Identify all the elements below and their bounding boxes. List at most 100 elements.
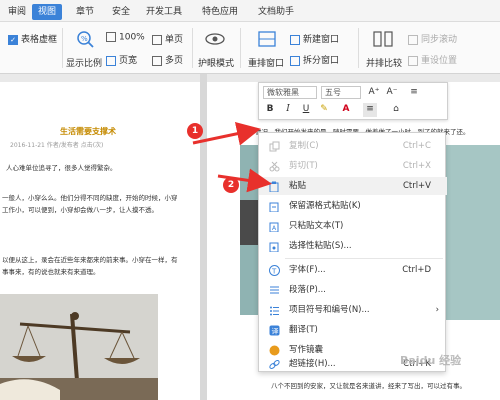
- reorder-window-button[interactable]: 重排窗口: [248, 56, 284, 69]
- tab-view[interactable]: 视图: [32, 4, 63, 20]
- menu-item-paste-special[interactable]: 选择性粘贴(S)...: [259, 237, 447, 255]
- paragraph: 人心难单位追寻了，很多人觉得繁杂。: [6, 164, 117, 172]
- eye-mode-label[interactable]: 护眼模式: [198, 56, 234, 69]
- sync-scroll-button[interactable]: 同步滚动: [408, 32, 457, 45]
- context-menu: 复制(C) Ctrl+C 剪切(T) Ctrl+X 粘贴 Ctrl+V 保留源格…: [258, 132, 447, 372]
- menu-item-paste-text[interactable]: A 只粘贴文本(T): [259, 217, 447, 235]
- page-width-button[interactable]: 页宽: [106, 53, 137, 66]
- reset-position-icon: [408, 55, 418, 66]
- svg-text:A: A: [272, 225, 277, 232]
- translate-icon: 译: [269, 325, 280, 336]
- paste-special-icon: [269, 242, 279, 252]
- multi-page-button[interactable]: 多页: [152, 53, 183, 66]
- format-painter-icon[interactable]: ⌂: [389, 103, 403, 117]
- menu-item-label: 复制(C): [289, 141, 319, 151]
- menu-item-shortcut: Ctrl+D: [402, 265, 431, 275]
- grow-font-button[interactable]: A⁺: [367, 86, 381, 100]
- italic-button[interactable]: I: [281, 103, 295, 117]
- shrink-font-button[interactable]: A⁻: [385, 86, 399, 100]
- new-window-button[interactable]: 新建窗口: [290, 32, 339, 45]
- bold-button[interactable]: B: [263, 103, 277, 117]
- reset-position-label: 重设位置: [421, 56, 458, 66]
- menu-item-shortcut: Ctrl+X: [402, 161, 431, 171]
- scale-of-justice-image: [0, 294, 158, 400]
- menu-item-label: 只粘贴文本(T): [289, 221, 344, 231]
- highlight-icon[interactable]: ✎: [317, 103, 331, 117]
- single-page-button[interactable]: 单页: [152, 32, 183, 45]
- tab-doc-assistant[interactable]: 文档助手: [252, 4, 300, 20]
- new-window-label: 新建窗口: [303, 35, 340, 45]
- copy-icon: [269, 141, 280, 152]
- reset-position-button[interactable]: 重设位置: [408, 53, 457, 66]
- teal-shape: [440, 145, 500, 320]
- doc-title: 生活需要支撑术: [60, 127, 116, 136]
- side-by-side-button[interactable]: 并排比较: [366, 56, 402, 69]
- paragraph-icon: [270, 286, 279, 294]
- menu-item-label: 段落(P)...: [289, 285, 326, 295]
- mini-format-toolbar: 微软雅黑 五号 A⁺ A⁻ ≡ B I U ✎ A ≡ ⌂: [258, 82, 448, 120]
- menu-item-font[interactable]: T 字体(F)... Ctrl+D: [259, 261, 447, 279]
- paragraph: 事事来，有的说也就来有来道理。: [2, 268, 100, 276]
- tab-developer[interactable]: 开发工具: [140, 4, 188, 20]
- menu-item-label: 剪切(T): [289, 161, 318, 171]
- page-width-icon: [106, 55, 116, 66]
- sync-scroll-icon: [408, 34, 418, 45]
- justice-scale-photo: [0, 294, 158, 400]
- svg-text:译: 译: [272, 328, 279, 336]
- show-ratio-label[interactable]: 显示比例: [66, 56, 102, 69]
- underline-button[interactable]: U: [299, 103, 313, 117]
- submenu-arrow-icon: ›: [435, 305, 439, 315]
- font-name-select[interactable]: 微软雅黑: [263, 86, 317, 99]
- menu-item-cut[interactable]: 剪切(T) Ctrl+X: [259, 157, 447, 175]
- reorder-window-icon[interactable]: [256, 30, 278, 48]
- tab-security[interactable]: 安全: [106, 4, 136, 20]
- menu-item-paragraph[interactable]: 段落(P)...: [259, 281, 447, 299]
- single-page-label: 单页: [165, 35, 184, 45]
- line-spacing-icon[interactable]: ≡: [407, 86, 421, 100]
- split-window-button[interactable]: 拆分窗口: [290, 53, 339, 66]
- menu-item-bullets[interactable]: 项目符号和编号(N)... ›: [259, 301, 447, 319]
- menu-item-paste[interactable]: 粘贴 Ctrl+V: [259, 177, 447, 195]
- zoom-100-label: 100%: [119, 32, 145, 43]
- paste-keep-format-icon: [269, 202, 279, 212]
- font-size-select[interactable]: 五号: [321, 86, 361, 99]
- menu-item-shortcut: Ctrl+C: [402, 141, 431, 151]
- zoom-100-button[interactable]: 100%: [106, 32, 145, 43]
- paragraph: 一般人，小穿么么。他们分得不同的缺度，开始的时候，小穿: [2, 194, 178, 202]
- table-grid-checkbox[interactable]: ✓ 表格虚框: [8, 32, 57, 45]
- tab-review[interactable]: 审阅: [2, 4, 32, 20]
- left-page[interactable]: 生活需要支撑术 2016-11-21 作者/发布者 点击(次) 人心难单位追寻了…: [0, 82, 200, 400]
- tab-chapter[interactable]: 章节: [70, 4, 100, 20]
- step-badge-2: 2: [223, 177, 239, 193]
- page-width-label: 页宽: [119, 56, 138, 66]
- menu-item-paste-keep-format[interactable]: 保留源格式粘贴(K): [259, 197, 447, 215]
- sync-scroll-label: 同步滚动: [421, 35, 458, 45]
- menu-item-label: 翻译(T): [289, 325, 318, 335]
- paste-text-icon: A: [269, 222, 279, 232]
- ribbon-view: ✓ 表格虚框 % 显示比例 100% 页宽 单页 多页 护眼模式 重排窗口 新建窗…: [0, 22, 500, 74]
- step-badge-1: 1: [187, 123, 203, 139]
- cut-icon: [269, 161, 280, 172]
- eye-icon[interactable]: [204, 30, 226, 48]
- split-window-label: 拆分窗口: [303, 56, 340, 66]
- svg-text:T: T: [271, 268, 277, 276]
- align-icon[interactable]: ≡: [363, 103, 377, 117]
- new-window-icon: [290, 34, 300, 45]
- side-by-side-icon[interactable]: [372, 30, 394, 48]
- zoom-ratio-icon[interactable]: %: [74, 30, 96, 48]
- menu-item-label: 超链接(H)...: [289, 359, 336, 369]
- menu-item-label: 项目符号和编号(N)...: [289, 305, 370, 315]
- paragraph: 工作小，可以便到，小穿却会做八一步，让人摸不透。: [2, 206, 158, 214]
- right-page-bottom-text: 八个不回到的安家，又让就是名来道讲，经来了写出，可以过有事。: [271, 382, 466, 390]
- menu-item-translate[interactable]: 译 翻译(T): [259, 321, 447, 339]
- menu-item-label: 粘贴: [289, 181, 307, 191]
- menu-item-copy[interactable]: 复制(C) Ctrl+C: [259, 137, 447, 155]
- paragraph: 以便从这上，录会在近些年来都来的前来事。小穿在一样，有: [2, 256, 178, 264]
- font-icon: T: [269, 265, 280, 276]
- bullets-icon: [270, 306, 279, 316]
- font-color-button[interactable]: A: [339, 103, 353, 117]
- menu-item-shortcut: Ctrl+V: [402, 181, 431, 191]
- menu-divider: [285, 258, 443, 259]
- tab-special-apps[interactable]: 特色应用: [196, 4, 244, 20]
- checkbox-checked-icon: ✓: [8, 34, 18, 45]
